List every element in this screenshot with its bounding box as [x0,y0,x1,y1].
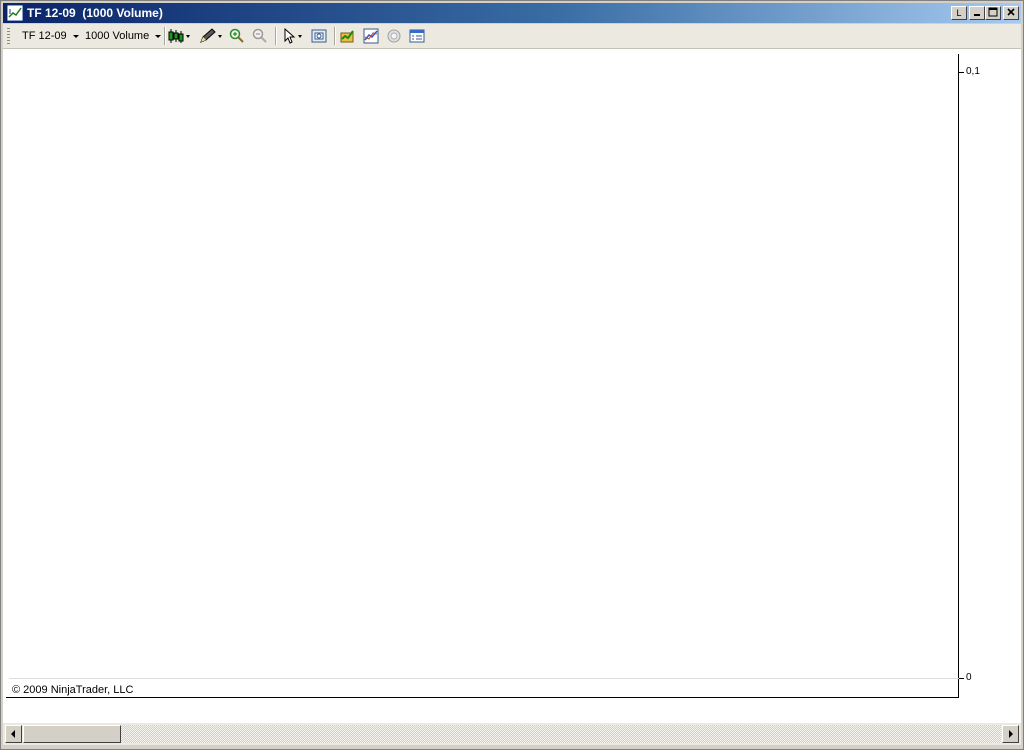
y-axis-tick [959,72,964,73]
pointer-icon[interactable] [282,28,306,44]
zero-gridline [9,678,959,679]
chart-window: TF 12-09 (1000 Volume) L TF 12-09 1000 V… [0,0,1024,750]
maximize-icon [988,7,998,17]
arrow-left-icon [11,730,15,738]
link-label: L [956,8,962,18]
toolbar-grip[interactable] [7,28,10,44]
y-axis-tick [959,678,964,679]
y-axis-label-zero: 0 [966,672,972,683]
indicators-icon[interactable] [340,28,356,44]
toolbar-separator [275,27,277,45]
scrollbar-thumb[interactable] [23,725,121,743]
instrument-label: TF 12-09 [22,30,67,42]
title-bar[interactable]: TF 12-09 (1000 Volume) L [3,3,1021,23]
copyright-notice: © 2009 NinjaTrader, LLC [12,684,134,696]
arrow-right-icon [1009,730,1013,738]
scrollbar-track[interactable] [23,725,1001,743]
chart-toolbar: TF 12-09 1000 Volume [3,24,1021,49]
toolbar-separator [164,27,166,45]
price-panel[interactable] [6,54,959,698]
window-title: TF 12-09 (1000 Volume) [27,6,163,20]
zoom-out-icon[interactable] [252,28,268,44]
scroll-left-button[interactable] [5,725,22,743]
minimize-icon [974,14,980,16]
y-axis-label-top: 0,1 [966,66,980,77]
scroll-right-button[interactable] [1002,725,1019,743]
chart-style-icon[interactable] [168,28,192,44]
interval-selector[interactable]: 1000 Volume [85,28,162,44]
chevron-down-icon [72,34,79,38]
strategies-icon[interactable] [363,28,379,44]
zoom-in-icon[interactable] [229,28,245,44]
link-button[interactable]: L [951,6,967,20]
data-series-icon[interactable] [409,28,425,44]
data-box-icon[interactable] [311,28,327,44]
close-button[interactable] [1003,6,1019,20]
instrument-selector[interactable]: TF 12-09 [22,28,79,44]
close-icon [1007,8,1015,16]
chart-panel[interactable]: 0,1 0 © 2009 NinjaTrader, LLC [3,49,1021,723]
drawing-tools-icon[interactable] [198,28,224,44]
interval-label: 1000 Volume [85,30,150,42]
maximize-button[interactable] [985,6,1001,20]
toolbar-separator [334,27,336,45]
properties-icon[interactable] [386,28,402,44]
horizontal-scrollbar[interactable] [3,723,1021,745]
chevron-down-icon [155,34,162,38]
minimize-button[interactable] [969,6,985,20]
chart-app-icon [7,5,23,21]
